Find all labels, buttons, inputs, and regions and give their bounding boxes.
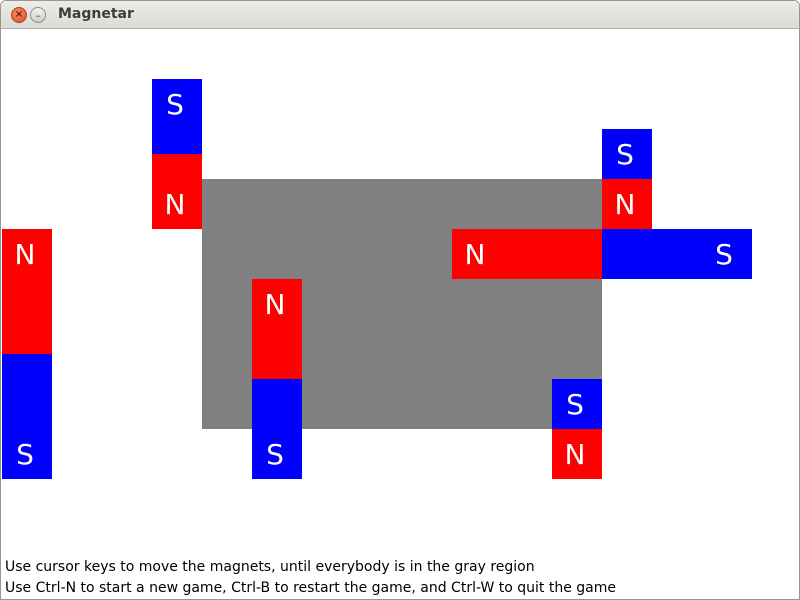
instruction-line-1: Use cursor keys to move the magnets, unt…: [5, 559, 535, 575]
title-bar: × – Magnetar: [1, 1, 799, 29]
close-icon: ×: [14, 9, 24, 20]
window-title: Magnetar: [58, 6, 134, 22]
magnet-5-south-label: S: [266, 438, 284, 471]
magnet-4-south-label: S: [16, 438, 34, 471]
game-board: S N S N N S N S N S S N Use cursor keys …: [1, 29, 799, 599]
magnet-3-south-label: S: [715, 238, 733, 271]
magnet-2-south-label: S: [616, 138, 634, 171]
minimize-window-button[interactable]: –: [30, 7, 46, 23]
magnet-2-north-label: N: [614, 188, 636, 221]
magnet-6-south-label: S: [566, 388, 584, 421]
instruction-line-2: Use Ctrl-N to start a new game, Ctrl-B t…: [5, 580, 616, 596]
close-window-button[interactable]: ×: [11, 7, 27, 23]
magnet-4-north-label: N: [14, 238, 36, 271]
magnet-1-south-label: S: [166, 88, 184, 121]
magnet-3-north-label: N: [464, 238, 486, 271]
game-window: × – Magnetar S N S N N S N S N S S N Use…: [0, 0, 800, 600]
minimize-icon: –: [35, 8, 41, 22]
magnet-5-north-label: N: [264, 288, 286, 321]
magnet-6-north-label: N: [564, 438, 586, 471]
magnet-1-north-label: N: [164, 188, 186, 221]
